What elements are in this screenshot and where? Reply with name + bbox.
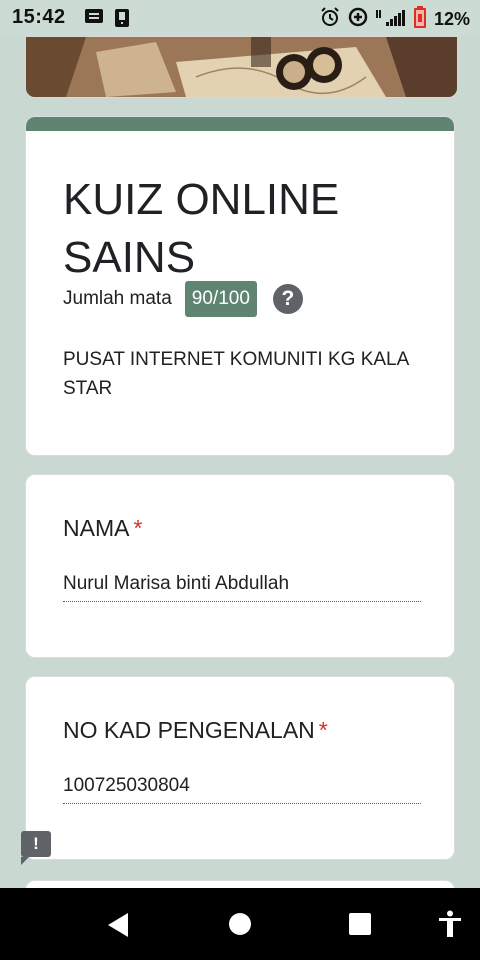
status-bar: 15:42 12% — [0, 0, 480, 36]
data-saver-icon — [348, 7, 368, 32]
signal-icon — [375, 8, 406, 31]
accent-band — [26, 117, 454, 131]
alarm-icon — [320, 7, 340, 32]
help-icon[interactable]: ? — [272, 284, 303, 314]
status-time: 15:42 — [12, 6, 66, 28]
form-header-image — [25, 36, 458, 98]
question-card-ic: NO KAD PENGENALAN * 100725030804 — [25, 676, 455, 860]
form-description: PUSAT INTERNET KOMUNITI KG KALA STAR — [63, 349, 409, 399]
question-card-nama: NAMA * Nurul Marisa binti Abdullah — [25, 474, 455, 658]
battery-icon — [413, 6, 426, 33]
points-label: Jumlah mata — [63, 288, 172, 309]
required-asterisk: * — [133, 515, 143, 541]
home-icon[interactable] — [229, 913, 251, 935]
question-label: NO KAD PENGENALAN * — [63, 717, 328, 744]
question-label: NAMA * — [63, 515, 142, 542]
sim-icon — [114, 8, 130, 33]
back-icon[interactable] — [106, 912, 130, 943]
question-title: NO KAD PENGENALAN — [63, 717, 315, 743]
score-row: Jumlah mata 90/100 ? — [63, 281, 303, 317]
form-title: KUIZ ONLINE SAINS — [63, 175, 340, 282]
accessibility-icon[interactable] — [437, 910, 463, 943]
score-badge: 90/100 — [184, 281, 257, 317]
report-feedback-icon[interactable]: ! — [21, 831, 51, 865]
question-title: NAMA — [63, 515, 130, 541]
required-asterisk: * — [318, 717, 328, 743]
battery-percent: 12% — [433, 9, 470, 29]
recents-icon[interactable] — [349, 913, 371, 935]
message-icon — [84, 8, 104, 33]
answer-text: 100725030804 — [63, 775, 421, 804]
form-title-card: KUIZ ONLINE SAINS Jumlah mata 90/100 ? P… — [25, 116, 455, 456]
answer-text: Nurul Marisa binti Abdullah — [63, 573, 421, 602]
navigation-bar — [0, 888, 480, 960]
